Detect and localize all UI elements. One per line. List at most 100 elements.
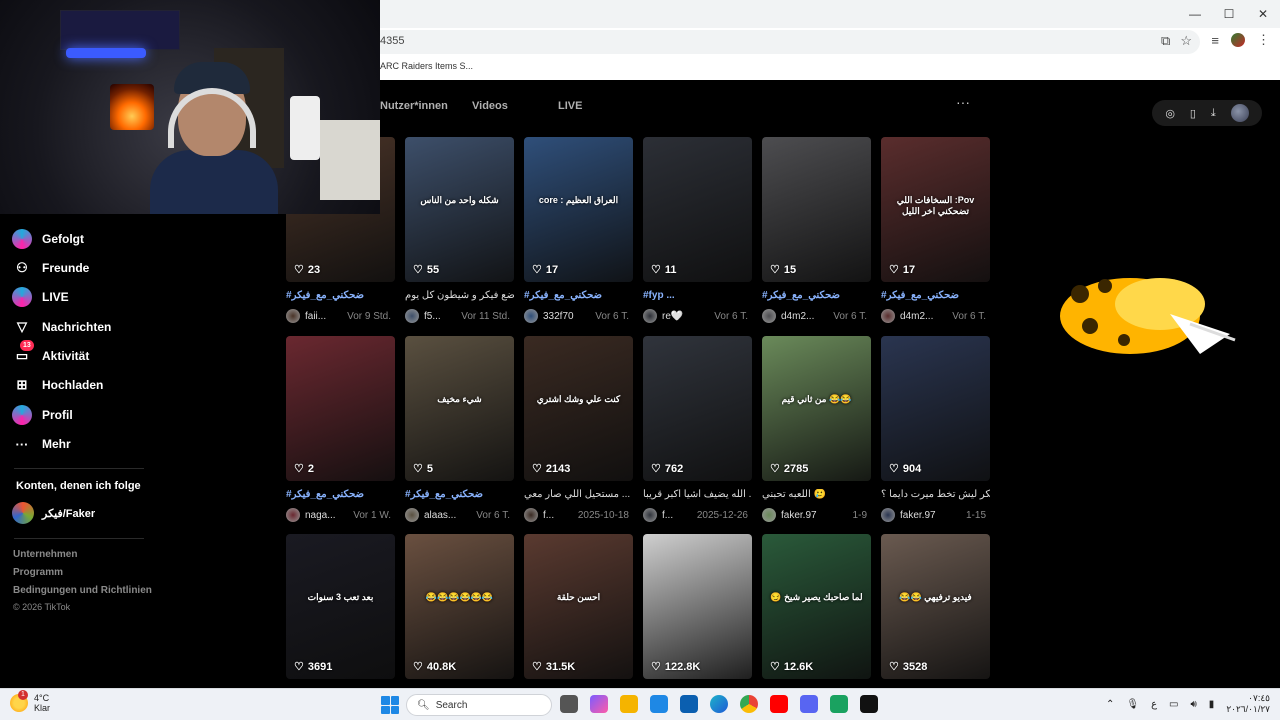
video-card[interactable]: بعد تعب 3 سنوات ♡ 3691	[286, 534, 395, 679]
tab-live[interactable]: LIVE	[558, 100, 582, 112]
video-description[interactable]: #fyp ...	[643, 290, 752, 303]
copilot-icon[interactable]	[590, 695, 608, 713]
avatar[interactable]	[286, 508, 300, 522]
edge-icon[interactable]	[710, 695, 728, 713]
windows-start-icon[interactable]	[381, 696, 399, 714]
word-icon[interactable]	[680, 695, 698, 713]
username[interactable]: 332f70	[543, 311, 574, 322]
download-icon[interactable]: ⤓	[1211, 107, 1216, 120]
video-card[interactable]: Pov: السخافات اللي تضحكني اخر الليل ♡ 17 #ض…	[881, 137, 990, 323]
video-thumbnail[interactable]: Pov: السخافات اللي تضحكني اخر الليل ♡ 17	[881, 137, 990, 282]
hashtag[interactable]: #fyp ...	[643, 290, 675, 301]
video-card[interactable]: 😂😂😂😂😂😂 ♡ 40.8K	[405, 534, 514, 679]
maximize-button[interactable]: ☐	[1212, 0, 1246, 28]
hashtag[interactable]: #ضحكني_مع_فيكر	[286, 489, 364, 500]
video-card[interactable]: لما صاحبك يصير شيخ 😏 ♡ 12.6K	[762, 534, 871, 679]
video-thumbnail[interactable]: 😂😂 من ثاني قيم ♡ 2785	[762, 336, 871, 481]
footer-link-program[interactable]: Programm	[13, 567, 63, 578]
video-thumbnail[interactable]: ♡ 122.8K	[643, 534, 752, 679]
video-thumbnail[interactable]: شكله واحد من الناس ♡ 55	[405, 137, 514, 282]
video-description[interactable]: مستحيل اللي صار معي ...	[524, 489, 633, 502]
user-avatar[interactable]	[1230, 104, 1249, 122]
task-view-icon[interactable]	[560, 695, 578, 713]
footer-link-company[interactable]: Unternehmen	[13, 549, 77, 560]
username[interactable]: d4m2...	[781, 311, 814, 322]
hashtag[interactable]: #ضحكني_مع_فيكر	[405, 489, 483, 500]
hashtag[interactable]: #ضحكني_مع_فيكر	[881, 290, 959, 301]
outlook-icon[interactable]	[650, 695, 668, 713]
tab-users[interactable]: Nutzer*innen	[380, 100, 448, 112]
video-description[interactable]: #ضحكني_مع_فيكر	[405, 489, 514, 502]
video-card[interactable]: ♡ 2 #ضحكني_مع_فيكر naga... Vor 1 W.	[286, 336, 395, 522]
hashtag[interactable]: #ضحكني_مع_فيكر	[524, 290, 602, 301]
avatar[interactable]	[524, 309, 538, 323]
store-icon[interactable]	[830, 695, 848, 713]
network-icon[interactable]: ▭	[1169, 699, 1178, 710]
avatar[interactable]	[405, 508, 419, 522]
sidebar-item-live[interactable]: LIVE	[12, 285, 69, 309]
avatar[interactable]	[286, 309, 300, 323]
video-thumbnail[interactable]: فيديو ترفيهي 😂😂 ♡ 3528	[881, 534, 990, 679]
video-thumbnail[interactable]: ♡ 15	[762, 137, 871, 282]
video-description[interactable]: اللعبه تحبني 🥲	[762, 489, 871, 502]
video-description[interactable]: فيكر ليش تخط ميرت دايما ؟	[881, 489, 990, 502]
video-card[interactable]: ♡ 15 #ضحكني_مع_فيكر d4m2... Vor 6 T.	[762, 137, 871, 323]
avatar[interactable]	[762, 309, 776, 323]
username[interactable]: f5...	[424, 311, 441, 322]
video-description[interactable]: #ضحكني_مع_فيكر	[286, 290, 395, 303]
sidebar-item-upload[interactable]: ⊞ Hochladen	[12, 373, 104, 397]
file-explorer-icon[interactable]	[620, 695, 638, 713]
video-thumbnail[interactable]: بعد تعب 3 سنوات ♡ 3691	[286, 534, 395, 679]
menu-kebab-icon[interactable]: ⋮	[1257, 32, 1270, 48]
video-card[interactable]: ♡762 الله يضيف أشيا أكبر قريبا ... f... 202…	[643, 336, 752, 522]
avatar[interactable]	[405, 309, 419, 323]
video-thumbnail[interactable]: لما صاحبك يصير شيخ 😏 ♡ 12.6K	[762, 534, 871, 679]
bookmark-item[interactable]: ARC Raiders Items S...	[380, 61, 473, 71]
video-description[interactable]: وضع فيكر و شيطون كل يوم	[405, 290, 514, 303]
username[interactable]: faker.97	[781, 510, 817, 521]
video-description[interactable]: #ضحكني_مع_فيكر	[762, 290, 871, 303]
username[interactable]: faii...	[305, 311, 326, 322]
weather-widget[interactable]: 1 4°C Klar	[10, 690, 50, 713]
avatar[interactable]	[762, 508, 776, 522]
video-card[interactable]: ♡ 904 فيكر ليش تخط ميرت دايما ؟ faker.97 1-1…	[881, 336, 990, 522]
discord-icon[interactable]	[800, 695, 818, 713]
avatar[interactable]	[881, 309, 895, 323]
video-card[interactable]: احسن حلقة ♡ 31.5K	[524, 534, 633, 679]
volume-icon[interactable]: 🔊︎	[1190, 699, 1196, 710]
avatar[interactable]	[643, 309, 657, 323]
more-options-icon[interactable]: ···	[956, 94, 970, 110]
compass-icon[interactable]: ◎	[1165, 107, 1175, 120]
video-thumbnail[interactable]: ♡ 762	[643, 336, 752, 481]
avatar[interactable]	[643, 508, 657, 522]
video-card[interactable]: فيديو ترفيهي 😂😂 ♡ 3528	[881, 534, 990, 679]
username[interactable]: naga...	[305, 510, 336, 521]
video-card[interactable]: ♡ 122.8K	[643, 534, 752, 679]
address-bar[interactable]: 4355 ⧉ ☆	[370, 30, 1200, 54]
chrome-icon[interactable]	[740, 695, 758, 713]
video-card[interactable]: ♡ 11 #fyp ... re🤍 Vor 6 T.	[643, 137, 752, 323]
video-thumbnail[interactable]: كنت علي وشك اشتري ♡ 2143	[524, 336, 633, 481]
username[interactable]: faker.97	[900, 510, 936, 521]
video-description[interactable]: #ضحكني_مع_فيكر	[524, 290, 633, 303]
taskbar-search[interactable]: 🔍︎ Search	[406, 694, 552, 716]
video-thumbnail[interactable]: العراق العظيم : core ♡ 17	[524, 137, 633, 282]
bookmark-star-icon[interactable]: ☆	[1180, 33, 1192, 49]
sidebar-item-profile[interactable]: Profil	[12, 403, 73, 427]
profile-avatar[interactable]	[1231, 33, 1245, 47]
sidebar-item-following[interactable]: Gefolgt	[12, 227, 84, 251]
avatar[interactable]	[524, 508, 538, 522]
video-thumbnail[interactable]: ♡ 904	[881, 336, 990, 481]
close-window-button[interactable]: ✕	[1246, 0, 1280, 28]
username[interactable]: f...	[662, 510, 673, 521]
video-card[interactable]: 😂😂 من ثاني قيم ♡ 2785 اللعبه تحبني 🥲 faker.9…	[762, 336, 871, 522]
video-description[interactable]: #ضحكني_مع_فيكر	[286, 489, 395, 502]
chevron-up-icon[interactable]: ⌃	[1106, 699, 1114, 710]
microphone-icon[interactable]: 🎙︎	[1126, 699, 1139, 710]
video-card[interactable]: شكله واحد من الناس ♡ 55 وضع فيكر و شيطون كل…	[405, 137, 514, 323]
username[interactable]: re🤍	[662, 311, 683, 322]
video-description[interactable]: الله يضيف أشيا أكبر قريبا ...	[643, 489, 752, 502]
cast-icon[interactable]: ⧉	[1161, 33, 1170, 49]
footer-link-terms[interactable]: Bedingungen und Richtlinien	[13, 585, 152, 596]
tab-videos[interactable]: Videos	[472, 100, 508, 112]
